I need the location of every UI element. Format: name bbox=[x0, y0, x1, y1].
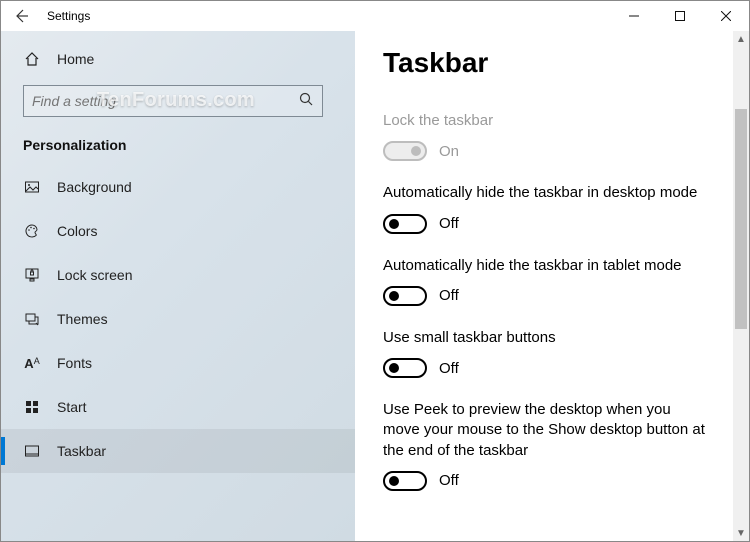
content-area: Taskbar Lock the taskbar On Automaticall… bbox=[355, 31, 749, 541]
settings-window: Settings TenForums.com Home bbox=[0, 0, 750, 542]
toggle-lock-taskbar bbox=[383, 141, 427, 161]
sidebar-item-start[interactable]: Start bbox=[1, 385, 355, 429]
home-icon bbox=[23, 51, 41, 67]
fonts-icon: AA bbox=[23, 356, 41, 371]
sidebar-nav: Background Colors Lock screen Themes AA … bbox=[1, 165, 355, 473]
toggle-state: Off bbox=[439, 360, 459, 377]
sidebar-item-label: Themes bbox=[57, 311, 108, 327]
toggle-state: On bbox=[439, 143, 459, 160]
image-icon bbox=[23, 179, 41, 195]
toggle-use-peek[interactable] bbox=[383, 471, 427, 491]
search-field[interactable] bbox=[32, 93, 298, 109]
scroll-thumb[interactable] bbox=[735, 109, 747, 329]
toggle-state: Off bbox=[439, 287, 459, 304]
sidebar-item-colors[interactable]: Colors bbox=[1, 209, 355, 253]
setting-label: Use small taskbar buttons bbox=[383, 328, 711, 348]
start-icon bbox=[23, 400, 41, 414]
sidebar-home-label: Home bbox=[57, 51, 94, 67]
setting-label: Automatically hide the taskbar in tablet… bbox=[383, 256, 711, 276]
sidebar-item-taskbar[interactable]: Taskbar bbox=[1, 429, 355, 473]
taskbar-icon bbox=[23, 443, 41, 459]
setting-label: Automatically hide the taskbar in deskto… bbox=[383, 183, 711, 203]
scroll-up-arrow[interactable]: ▲ bbox=[733, 31, 749, 47]
page-title: Taskbar bbox=[383, 47, 711, 79]
sidebar-item-label: Lock screen bbox=[57, 267, 132, 283]
scrollbar[interactable]: ▲ ▼ bbox=[733, 31, 749, 541]
setting-small-buttons: Use small taskbar buttons Off bbox=[383, 328, 711, 378]
palette-icon bbox=[23, 223, 41, 239]
sidebar-home[interactable]: Home bbox=[1, 37, 355, 81]
sidebar-item-fonts[interactable]: AA Fonts bbox=[1, 341, 355, 385]
setting-label: Lock the taskbar bbox=[383, 111, 711, 131]
toggle-autohide-tablet[interactable] bbox=[383, 286, 427, 306]
themes-icon bbox=[23, 311, 41, 327]
search-icon bbox=[298, 91, 314, 112]
sidebar-item-label: Colors bbox=[57, 223, 97, 239]
lock-icon bbox=[23, 267, 41, 283]
sidebar-item-label: Fonts bbox=[57, 355, 92, 371]
setting-autohide-desktop: Automatically hide the taskbar in deskto… bbox=[383, 183, 711, 233]
sidebar-item-label: Start bbox=[57, 399, 87, 415]
sidebar-item-themes[interactable]: Themes bbox=[1, 297, 355, 341]
sidebar-item-lock-screen[interactable]: Lock screen bbox=[1, 253, 355, 297]
back-button[interactable] bbox=[9, 4, 33, 28]
sidebar: TenForums.com Home Personalization bbox=[1, 31, 355, 541]
sidebar-item-label: Background bbox=[57, 179, 132, 195]
minimize-button[interactable] bbox=[611, 1, 657, 31]
titlebar: Settings bbox=[1, 1, 749, 31]
toggle-state: Off bbox=[439, 472, 459, 489]
sidebar-section-title: Personalization bbox=[1, 127, 355, 165]
setting-label: Use Peek to preview the desktop when you… bbox=[383, 400, 711, 461]
setting-lock-taskbar: Lock the taskbar On bbox=[383, 111, 711, 161]
window-controls bbox=[611, 1, 749, 31]
toggle-small-buttons[interactable] bbox=[383, 358, 427, 378]
scroll-track[interactable] bbox=[733, 47, 749, 525]
search-input[interactable] bbox=[23, 85, 323, 117]
sidebar-item-label: Taskbar bbox=[57, 443, 106, 459]
setting-autohide-tablet: Automatically hide the taskbar in tablet… bbox=[383, 256, 711, 306]
toggle-autohide-desktop[interactable] bbox=[383, 214, 427, 234]
window-title: Settings bbox=[47, 9, 90, 23]
toggle-state: Off bbox=[439, 215, 459, 232]
scroll-down-arrow[interactable]: ▼ bbox=[733, 525, 749, 541]
sidebar-item-background[interactable]: Background bbox=[1, 165, 355, 209]
close-button[interactable] bbox=[703, 1, 749, 31]
maximize-button[interactable] bbox=[657, 1, 703, 31]
setting-use-peek: Use Peek to preview the desktop when you… bbox=[383, 400, 711, 491]
